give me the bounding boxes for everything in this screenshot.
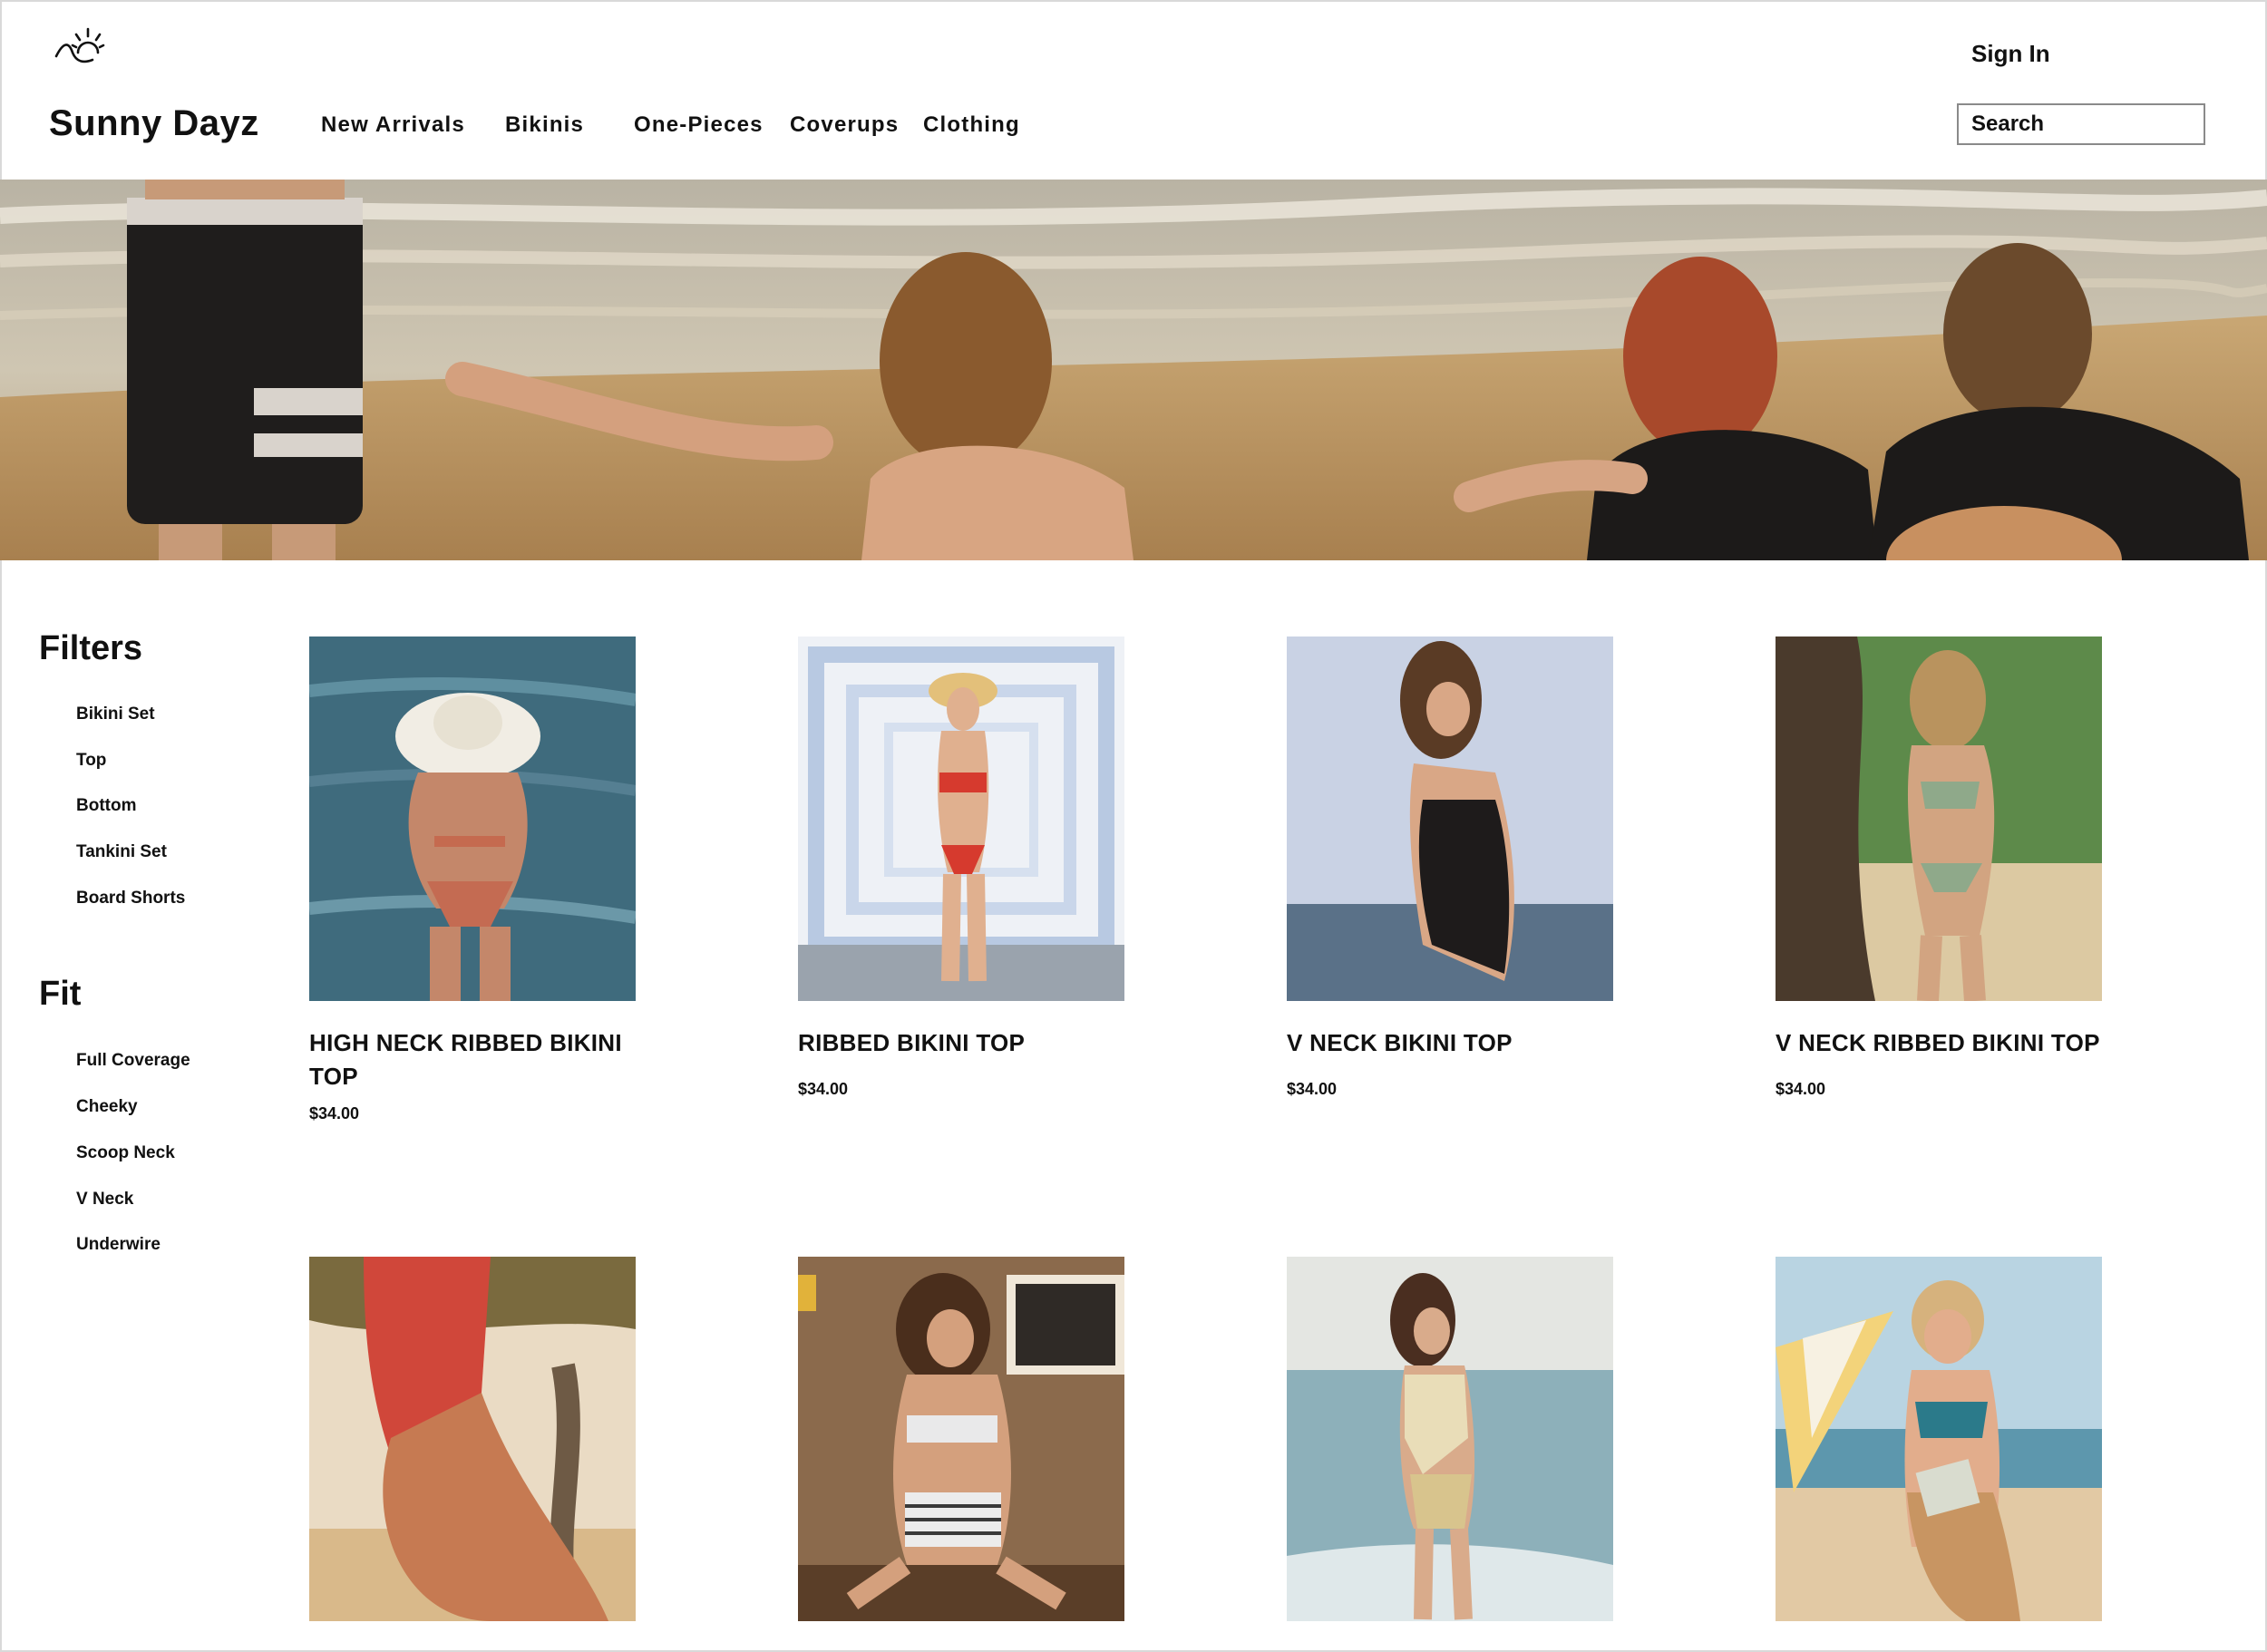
hero-banner-image (0, 180, 2267, 560)
brand-logo[interactable]: Sunny Dayz (49, 103, 259, 144)
nav-bikinis[interactable]: Bikinis (505, 112, 584, 138)
nav-new-arrivals[interactable]: New Arrivals (321, 112, 465, 138)
product-image[interactable] (1776, 637, 2102, 1001)
fit-v-neck[interactable]: V Neck (76, 1190, 133, 1210)
sign-in-link[interactable]: Sign In (1971, 40, 2050, 68)
nav-clothing[interactable]: Clothing (923, 112, 1020, 138)
filter-board-shorts[interactable]: Board Shorts (76, 889, 185, 909)
product-title[interactable]: V NECK BIKINI TOP (1287, 1026, 1631, 1060)
product-image[interactable] (1287, 637, 1613, 1001)
product-image[interactable] (1776, 1257, 2102, 1621)
product-price: $34.00 (309, 1104, 360, 1122)
product-image[interactable] (798, 1257, 1124, 1621)
product-image[interactable] (1287, 1257, 1613, 1621)
fit-cheeky[interactable]: Cheeky (76, 1097, 138, 1117)
fit-full-coverage[interactable]: Full Coverage (76, 1051, 190, 1071)
product-price: $34.00 (1287, 1080, 1338, 1098)
fit-underwire[interactable]: Underwire (76, 1235, 161, 1255)
product-title[interactable]: RIBBED BIKINI TOP (798, 1026, 1143, 1060)
nav-one-pieces[interactable]: One-Pieces (634, 112, 764, 138)
product-title[interactable]: V NECK RIBBED BIKINI TOP (1776, 1026, 2120, 1060)
filter-bottom[interactable]: Bottom (76, 796, 136, 816)
nav-coverups[interactable]: Coverups (790, 112, 899, 138)
search-input[interactable] (1957, 103, 2205, 145)
filters-heading: Filters (39, 629, 143, 667)
filter-tankini-set[interactable]: Tankini Set (76, 842, 167, 862)
product-price: $34.00 (798, 1080, 849, 1098)
product-image[interactable] (798, 637, 1124, 1001)
product-title[interactable]: HIGH NECK RIBBED BIKINI TOP (309, 1026, 654, 1093)
product-image[interactable] (309, 637, 636, 1001)
sun-setting-icon[interactable] (51, 25, 105, 67)
product-image[interactable] (309, 1257, 636, 1621)
fit-heading: Fit (39, 975, 82, 1013)
fit-scoop-neck[interactable]: Scoop Neck (76, 1143, 175, 1163)
filter-bikini-set[interactable]: Bikini Set (76, 705, 155, 724)
product-price: $34.00 (1776, 1080, 1826, 1098)
filter-top[interactable]: Top (76, 751, 106, 771)
